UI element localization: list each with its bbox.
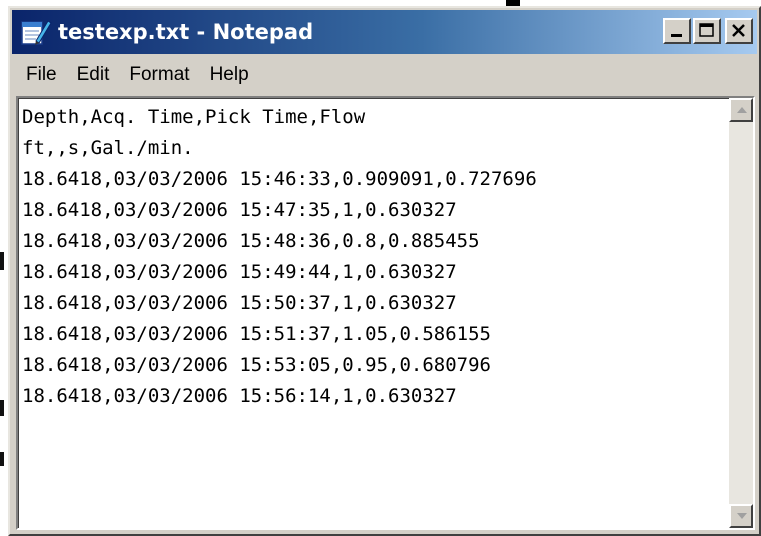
- menu-bar: File Edit Format Help: [12, 56, 757, 94]
- text-line: Depth,Acq. Time,Pick Time,Flow: [22, 106, 366, 128]
- scroll-up-arrow-icon: [737, 107, 747, 113]
- window-title: testexp.txt - Notepad: [58, 20, 314, 44]
- text-line: 18.6418,03/03/2006 15:50:37,1,0.630327: [22, 292, 457, 314]
- window-controls: [663, 18, 753, 44]
- title-bar[interactable]: testexp.txt - Notepad: [12, 10, 757, 54]
- text-line: 18.6418,03/03/2006 15:49:44,1,0.630327: [22, 261, 457, 283]
- text-line: 18.6418,03/03/2006 15:47:35,1,0.630327: [22, 199, 457, 221]
- scroll-down-arrow-icon: [737, 513, 747, 519]
- menu-edit[interactable]: Edit: [69, 62, 118, 88]
- maximize-button[interactable]: [693, 18, 721, 44]
- text-line: 18.6418,03/03/2006 15:51:37,1.05,0.58615…: [22, 323, 491, 345]
- minimize-button[interactable]: [663, 18, 691, 44]
- menu-format[interactable]: Format: [121, 62, 197, 88]
- notepad-window: testexp.txt - Notepad File Edit Format H…: [8, 6, 761, 536]
- scroll-down-button[interactable]: [729, 504, 753, 528]
- document-text[interactable]: Depth,Acq. Time,Pick Time,Flow ft,,s,Gal…: [22, 102, 727, 526]
- text-line: 18.6418,03/03/2006 15:56:14,1,0.630327: [22, 385, 457, 407]
- text-line: 18.6418,03/03/2006 15:48:36,0.8,0.885455: [22, 230, 480, 252]
- maximize-icon: [699, 23, 714, 37]
- close-icon: [732, 24, 745, 37]
- scroll-up-button[interactable]: [729, 98, 753, 122]
- text-line: 18.6418,03/03/2006 15:53:05,0.95,0.68079…: [22, 354, 491, 376]
- text-line: 18.6418,03/03/2006 15:46:33,0.909091,0.7…: [22, 168, 537, 190]
- notepad-icon[interactable]: [18, 17, 52, 47]
- text-editor[interactable]: Depth,Acq. Time,Pick Time,Flow ft,,s,Gal…: [16, 96, 755, 530]
- text-line: ft,,s,Gal./min.: [22, 137, 194, 159]
- close-button[interactable]: [725, 18, 753, 44]
- background-edge-mark: [0, 400, 4, 416]
- screenshot-page: testexp.txt - Notepad File Edit Format H…: [0, 0, 761, 536]
- vertical-scrollbar[interactable]: [729, 98, 753, 528]
- background-edge-mark: [0, 252, 4, 270]
- menu-help[interactable]: Help: [202, 62, 257, 88]
- background-edge-mark: [0, 452, 4, 466]
- menu-file[interactable]: File: [18, 62, 65, 88]
- minimize-icon: [671, 34, 682, 37]
